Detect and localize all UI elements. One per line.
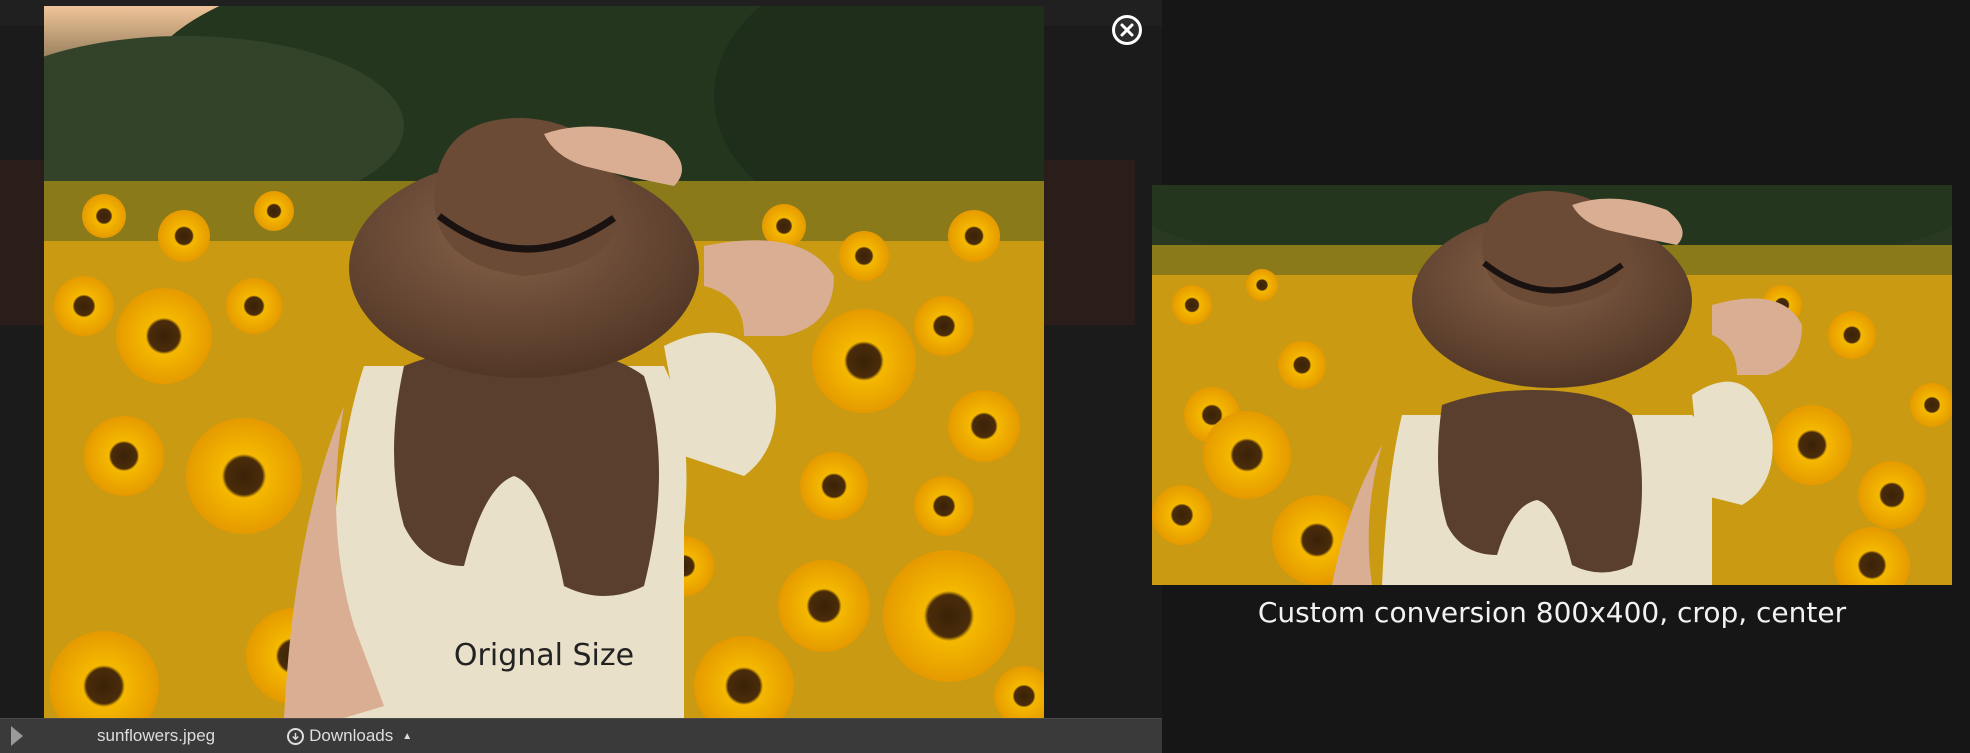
- cropped-sunflower-photo: [1152, 185, 1952, 585]
- screen: Orignal Size Custom conversion 800x400, …: [0, 0, 1970, 753]
- download-circle-icon: [287, 727, 305, 745]
- original-image-panel: Orignal Size: [44, 6, 1044, 718]
- original-caption: Orignal Size: [453, 638, 635, 673]
- caret-up-icon: ▲: [402, 730, 413, 742]
- original-sunflower-photo: [44, 6, 1044, 718]
- play-icon[interactable]: [6, 719, 28, 753]
- downloaded-file-item[interactable]: sunflowers.jpeg: [97, 726, 215, 746]
- cropped-image-panel: [1152, 185, 1952, 585]
- downloads-bar: sunflowers.jpeg Downloads ▲: [0, 718, 1162, 753]
- downloads-label: Downloads: [309, 726, 394, 745]
- cropped-caption: Custom conversion 800x400, crop, center: [1257, 596, 1847, 629]
- downloads-button[interactable]: Downloads ▲: [287, 726, 412, 746]
- close-icon[interactable]: [1112, 15, 1142, 45]
